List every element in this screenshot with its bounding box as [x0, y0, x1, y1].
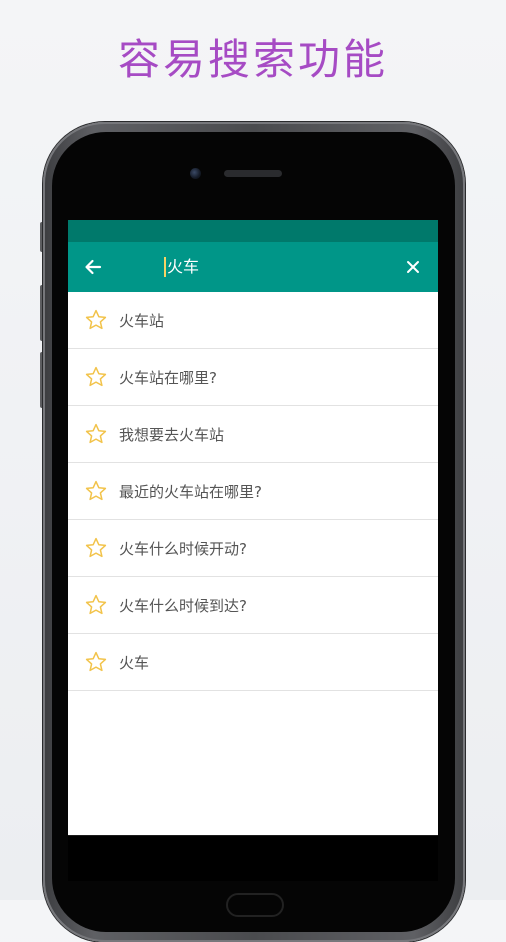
status-bar	[68, 220, 438, 242]
earpiece-speaker	[224, 170, 282, 177]
search-toolbar: 火车	[68, 242, 438, 292]
list-item-label: 我想要去火车站	[119, 425, 225, 444]
promo-headline: 容易搜索功能	[117, 35, 388, 84]
search-input-value: 火车	[167, 257, 200, 276]
search-results-list: 火车站 火车站在哪里? 我想要去火车站 最近的火车站在哪里? 火车什么时候开动?	[68, 292, 438, 691]
list-item-label: 火车	[119, 653, 150, 672]
star-outline-icon[interactable]	[84, 422, 108, 446]
front-camera	[190, 168, 201, 179]
close-icon	[407, 261, 419, 273]
list-item[interactable]: 火车站在哪里?	[68, 349, 438, 406]
list-item[interactable]: 最近的火车站在哪里?	[68, 463, 438, 520]
app-screen: 火车 火车站 火车站在哪里? 我想要去火车站 最近的火车站在哪里? 火车什么时候…	[68, 220, 438, 835]
star-outline-icon[interactable]	[84, 536, 108, 560]
list-item-label: 火车站在哪里?	[119, 368, 217, 387]
text-caret	[164, 257, 166, 277]
home-button	[226, 893, 284, 917]
list-item[interactable]: 火车什么时候开动?	[68, 520, 438, 577]
list-item-label: 火车站	[119, 311, 165, 330]
list-item[interactable]: 火车	[68, 634, 438, 691]
list-item-label: 火车什么时候开动?	[119, 539, 247, 558]
arrow-left-icon	[85, 259, 102, 275]
star-outline-icon[interactable]	[84, 593, 108, 617]
star-outline-icon[interactable]	[84, 308, 108, 332]
list-item[interactable]: 火车什么时候到达?	[68, 577, 438, 634]
list-item[interactable]: 我想要去火车站	[68, 406, 438, 463]
list-item-label: 最近的火车站在哪里?	[119, 482, 262, 501]
phone-bottom-bezel	[68, 835, 438, 881]
star-outline-icon[interactable]	[84, 650, 108, 674]
back-button[interactable]	[80, 254, 106, 280]
list-item-label: 火车什么时候到达?	[119, 596, 247, 615]
star-outline-icon[interactable]	[84, 479, 108, 503]
list-item[interactable]: 火车站	[68, 292, 438, 349]
clear-search-button[interactable]	[400, 254, 426, 280]
search-input[interactable]: 火车	[164, 254, 384, 280]
star-outline-icon[interactable]	[84, 365, 108, 389]
